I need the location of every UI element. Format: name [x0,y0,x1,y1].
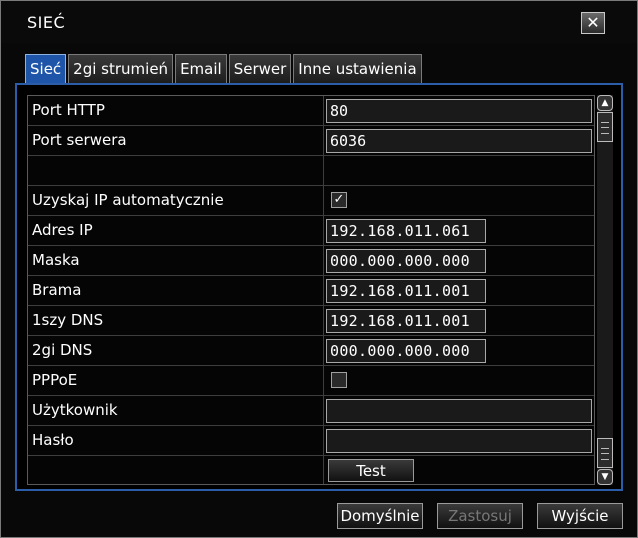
row-test: Test [28,456,594,484]
ip-address-label: Adres IP [32,221,93,239]
user-input[interactable] [326,399,592,423]
row-auto-ip: Uzyskaj IP automatycznie ✓ [28,186,594,216]
scrollbar[interactable]: ▲ ▼ [597,95,613,485]
close-button[interactable]: ✕ [581,12,605,34]
scroll-up-icon[interactable]: ▲ [597,95,613,111]
default-button[interactable]: Domyślnie [337,503,423,529]
row-ip-address: Adres IP 192.168.011.061 [28,216,594,246]
server-port-input[interactable]: 6036 [326,129,592,153]
tab-email[interactable]: Email [175,54,227,83]
auto-ip-label: Uzyskaj IP automatycznie [32,191,224,209]
row-server-port: Port serwera 6036 [28,126,594,156]
scroll-thumb[interactable] [597,112,613,142]
dns2-label: 2gi DNS [32,341,93,359]
row-pppoe: PPPoE [28,366,594,396]
dns1-label: 1szy DNS [32,311,104,329]
gateway-input[interactable]: 192.168.011.001 [326,279,486,303]
row-gateway: Brama 192.168.011.001 [28,276,594,306]
window-title: SIEĆ [27,13,66,32]
row-mask: Maska 000.000.000.000 [28,246,594,276]
tab-other-settings[interactable]: Inne ustawienia [293,54,422,83]
row-dns2: 2gi DNS 000.000.000.000 [28,336,594,366]
row-empty [28,156,594,186]
gateway-label: Brama [32,281,82,299]
row-user: Użytkownik [28,396,594,426]
scroll-thumb-lower[interactable] [597,438,613,468]
mask-input[interactable]: 000.000.000.000 [326,249,486,273]
auto-ip-checkbox[interactable]: ✓ [331,192,347,208]
dns2-input[interactable]: 000.000.000.000 [326,339,486,363]
scroll-down-icon[interactable]: ▼ [597,469,613,485]
pppoe-checkbox[interactable] [331,372,347,388]
http-port-input[interactable]: 80 [326,99,592,123]
server-port-label: Port serwera [32,131,127,149]
password-input[interactable] [326,429,592,453]
http-port-label: Port HTTP [32,101,105,119]
dns1-input[interactable]: 192.168.011.001 [326,309,486,333]
network-settings-window: SIEĆ ✕ Sieć 2gi strumień Email Serwer In… [0,0,638,538]
row-dns1: 1szy DNS 192.168.011.001 [28,306,594,336]
ip-address-input[interactable]: 192.168.011.061 [326,219,486,243]
user-label: Użytkownik [32,401,118,419]
test-button[interactable]: Test [328,459,414,482]
tab-bar: Sieć 2gi strumień Email Serwer Inne usta… [25,54,424,83]
close-icon: ✕ [586,13,600,32]
tab-server[interactable]: Serwer [228,54,292,83]
tab-second-stream[interactable]: 2gi strumień [68,54,174,83]
checkmark-icon: ✓ [333,192,345,207]
tab-network[interactable]: Sieć [25,54,67,83]
settings-panel: Port HTTP 80 Port serwera 6036 Uzyskaj I… [15,83,623,491]
mask-label: Maska [32,251,80,269]
exit-button[interactable]: Wyjście [537,503,623,529]
password-label: Hasło [32,431,74,449]
apply-button[interactable]: Zastosuj [437,503,523,529]
pppoe-label: PPPoE [32,371,78,389]
row-http-port: Port HTTP 80 [28,96,594,126]
settings-grid: Port HTTP 80 Port serwera 6036 Uzyskaj I… [27,95,595,485]
title-bar: SIEĆ ✕ [1,1,637,43]
row-password: Hasło [28,426,594,456]
